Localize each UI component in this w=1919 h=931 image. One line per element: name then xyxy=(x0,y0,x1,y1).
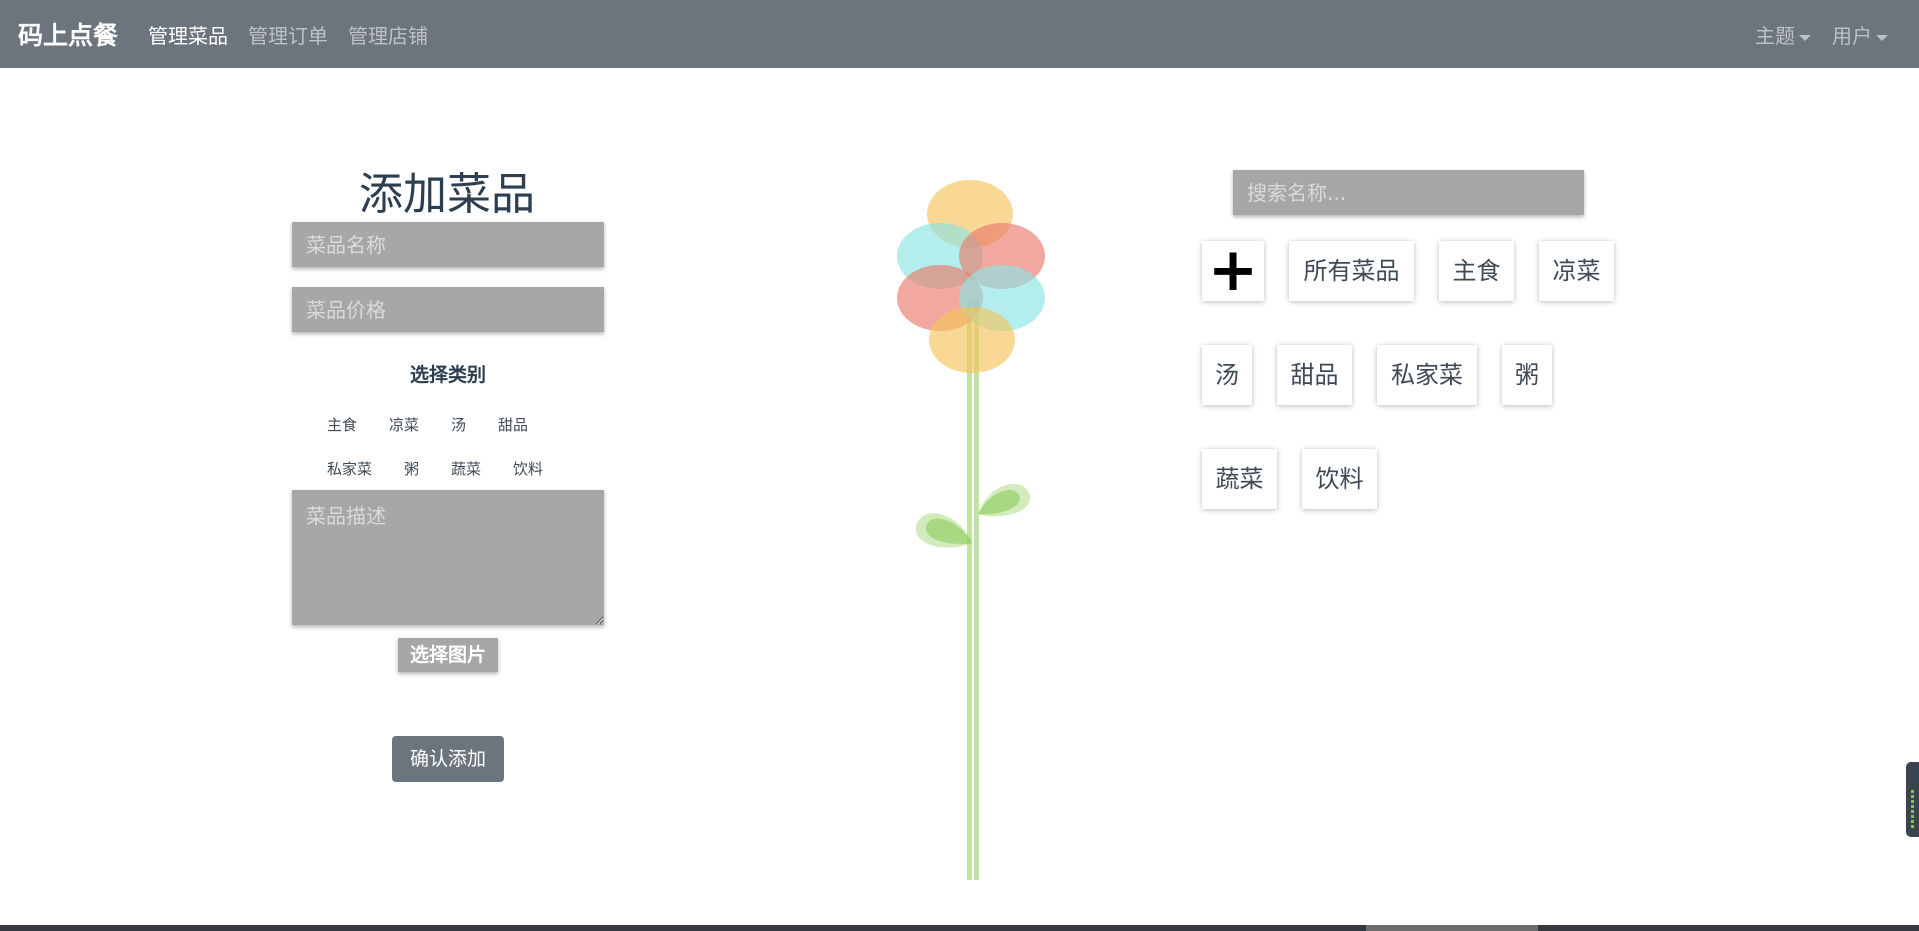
add-category-button[interactable]: + xyxy=(1202,240,1264,301)
theme-label: 主题 xyxy=(1755,24,1795,48)
filter-tile[interactable]: 粥 xyxy=(1502,345,1552,405)
flower-leaf-left xyxy=(915,513,972,548)
category-option[interactable]: 粥 xyxy=(404,458,419,479)
user-dropdown[interactable]: 用户 xyxy=(1832,20,1888,49)
plus-icon: + xyxy=(1207,235,1259,305)
filter-tile[interactable]: 甜品 xyxy=(1277,345,1352,405)
level-meter-icon xyxy=(1911,790,1914,830)
category-title: 选择类别 xyxy=(409,364,486,386)
nav-manage-orders[interactable]: 管理订单 xyxy=(248,20,328,49)
filter-tile-all[interactable]: 所有菜品 xyxy=(1289,241,1414,301)
brand-logo[interactable]: 码上点餐 xyxy=(18,16,118,52)
user-label: 用户 xyxy=(1832,24,1872,48)
theme-dropdown[interactable]: 主题 xyxy=(1755,20,1811,49)
category-option[interactable]: 汤 xyxy=(451,414,466,435)
category-option[interactable]: 甜品 xyxy=(498,414,528,435)
flower-petals xyxy=(897,180,1045,373)
filter-tile[interactable]: 蔬菜 xyxy=(1202,449,1277,509)
dish-description-textarea[interactable] xyxy=(292,490,604,625)
filter-tile[interactable]: 凉菜 xyxy=(1539,241,1614,301)
category-option[interactable]: 主食 xyxy=(327,414,357,435)
category-option[interactable]: 饮料 xyxy=(513,458,543,479)
filter-tile[interactable]: 私家菜 xyxy=(1377,345,1477,405)
dish-name-input[interactable] xyxy=(292,222,604,267)
side-panel-handle[interactable] xyxy=(1906,762,1919,837)
chevron-down-icon xyxy=(1799,34,1811,41)
nav-manage-store[interactable]: 管理店铺 xyxy=(348,20,428,49)
nav-manage-dishes[interactable]: 管理菜品 xyxy=(148,20,228,49)
filter-tile[interactable]: 汤 xyxy=(1202,345,1252,405)
top-navbar: 码上点餐 管理菜品 管理订单 管理店铺 主题 用户 xyxy=(0,0,1919,68)
chevron-down-icon xyxy=(1876,34,1888,41)
flower-stem xyxy=(967,300,979,880)
category-option[interactable]: 私家菜 xyxy=(327,458,372,479)
flower-illustration xyxy=(897,180,1045,880)
confirm-add-button[interactable]: 确认添加 xyxy=(392,736,504,782)
flower-leaf-right xyxy=(978,483,1031,517)
category-option[interactable]: 蔬菜 xyxy=(451,458,481,479)
select-image-button[interactable]: 选择图片 xyxy=(398,638,498,672)
dish-price-input[interactable] xyxy=(292,287,604,332)
horizontal-scrollbar[interactable] xyxy=(0,925,1919,931)
filter-tile[interactable]: 饮料 xyxy=(1302,449,1377,509)
filter-tile[interactable]: 主食 xyxy=(1439,241,1514,301)
search-input[interactable] xyxy=(1233,170,1584,215)
category-option[interactable]: 凉菜 xyxy=(389,414,419,435)
scrollbar-thumb[interactable] xyxy=(1366,925,1538,931)
add-dish-title: 添加菜品 xyxy=(359,169,535,220)
